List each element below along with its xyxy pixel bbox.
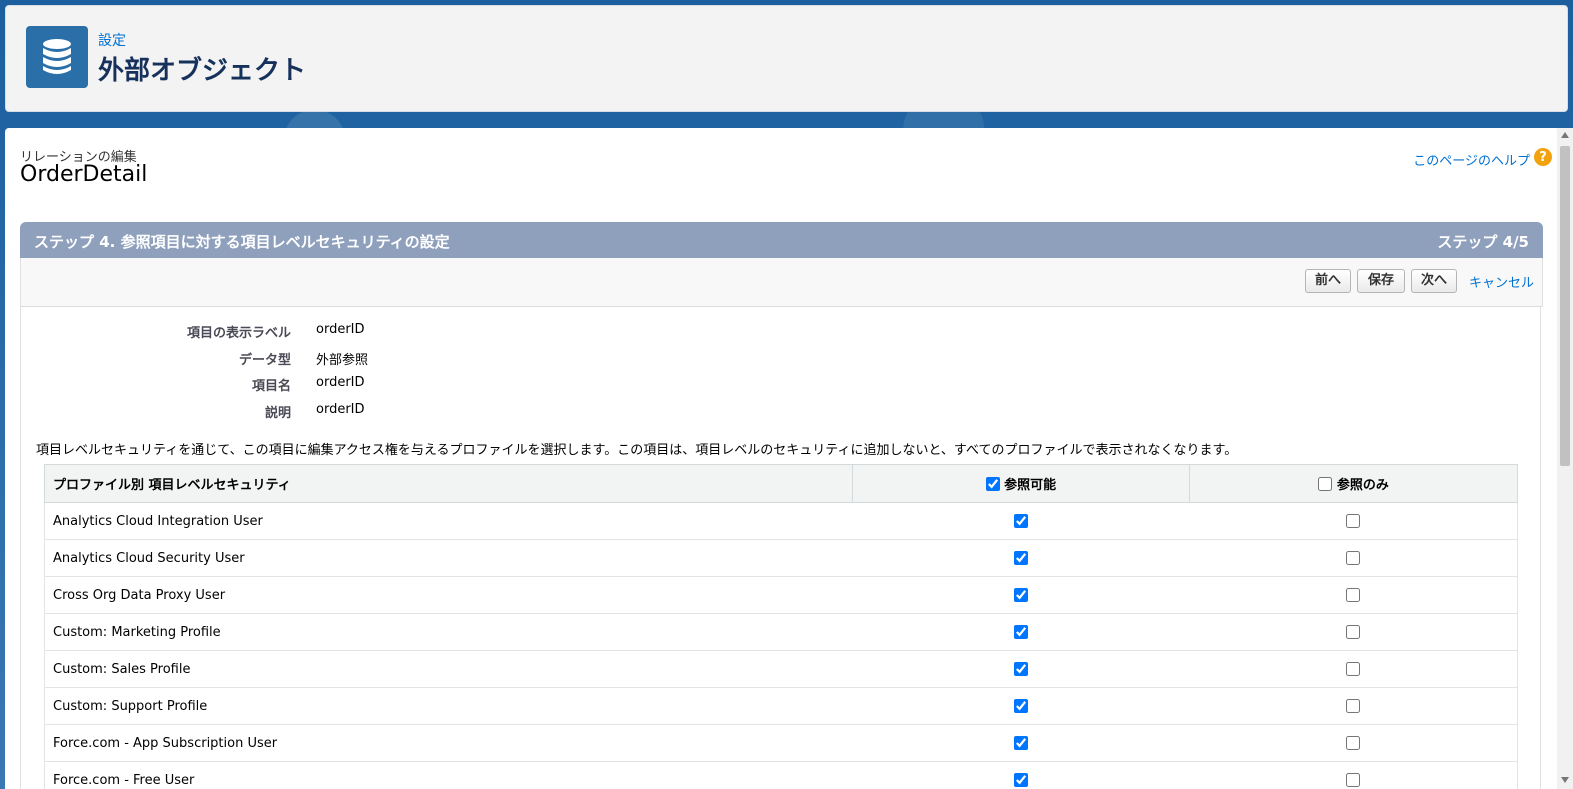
detail-label: 項目の表示ラベル [186, 326, 291, 341]
page-title: 外部オブジェクト [98, 56, 307, 86]
table-row: Force.com - App Subscription User [44, 724, 1518, 762]
instructions-text: 項目レベルセキュリティを通じて、この項目に編集アクセス権を与えるプロファイルを選… [36, 443, 1238, 458]
column-header-readonly-label: 参照のみ [1336, 478, 1389, 493]
readable-checkbox[interactable] [1013, 514, 1028, 528]
readonly-cell [1189, 502, 1518, 540]
scrollbar-thumb[interactable] [1560, 146, 1570, 466]
table-row: Analytics Cloud Security User [44, 539, 1518, 577]
readonly-checkbox[interactable] [1346, 699, 1361, 713]
readonly-cell [1189, 687, 1518, 725]
database-icon [26, 26, 88, 88]
readonly-checkbox[interactable] [1346, 736, 1361, 750]
button-row: 前へ 保存 次へ キャンセル [20, 258, 1543, 307]
help-link[interactable]: このページのヘルプ [1413, 150, 1530, 169]
profile-name: Custom: Support Profile [44, 687, 853, 725]
readable-cell [852, 613, 1190, 651]
readonly-cell [1189, 650, 1518, 688]
readable-cell [852, 650, 1190, 688]
select-all-readable-checkbox[interactable] [985, 476, 1000, 491]
step-count: ステップ 4/5 [1437, 233, 1529, 251]
readable-cell [852, 502, 1190, 540]
profile-name: Custom: Sales Profile [44, 650, 853, 688]
profile-name: Cross Org Data Proxy User [44, 576, 853, 614]
readable-checkbox[interactable] [1013, 699, 1028, 713]
readonly-checkbox[interactable] [1346, 625, 1361, 639]
table-row: Custom: Marketing Profile [44, 613, 1518, 651]
next-button[interactable]: 次へ [1411, 269, 1457, 293]
readonly-checkbox[interactable] [1346, 551, 1361, 565]
detail-label: データ型 [238, 353, 291, 368]
detail-row-description: 説明 orderID [21, 402, 621, 422]
step-header: ステップ 4. 参照項目に対する項目レベルセキュリティの設定 ステップ 4/5 [20, 222, 1543, 258]
readable-checkbox[interactable] [1013, 551, 1028, 565]
details-section: 項目の表示ラベル orderID データ型 外部参照 項目名 orderID 説… [20, 306, 1541, 789]
main-content: リレーションの編集 OrderDetail このページのヘルプ ? ステップ 4… [5, 128, 1560, 789]
readonly-cell [1189, 724, 1518, 762]
field-level-security-table: プロファイル別 項目レベルセキュリティ 参照可能 参照のみ Analytics … [44, 464, 1518, 789]
readable-checkbox[interactable] [1013, 588, 1028, 602]
readonly-checkbox[interactable] [1346, 773, 1361, 787]
table-row: Custom: Support Profile [44, 687, 1518, 725]
detail-row-datatype: データ型 外部参照 [21, 349, 621, 369]
profile-name: Analytics Cloud Integration User [44, 502, 853, 540]
help-icon[interactable]: ? [1534, 148, 1552, 166]
select-all-readonly-checkbox[interactable] [1318, 476, 1333, 491]
detail-value: 外部参照 [316, 353, 369, 368]
scroll-down-icon[interactable] [1561, 777, 1569, 783]
column-header-readonly: 参照のみ [1189, 464, 1518, 503]
profile-name: Force.com - App Subscription User [44, 724, 853, 762]
readonly-checkbox[interactable] [1346, 662, 1361, 676]
table-row: Analytics Cloud Integration User [44, 502, 1518, 540]
detail-row-name: 項目名 orderID [21, 375, 621, 395]
profile-name: Custom: Marketing Profile [44, 613, 853, 651]
readonly-cell [1189, 576, 1518, 614]
step-title: ステップ 4. 参照項目に対する項目レベルセキュリティの設定 [34, 233, 450, 251]
readable-checkbox[interactable] [1013, 773, 1028, 787]
detail-label: 項目名 [251, 379, 291, 394]
readonly-checkbox[interactable] [1346, 514, 1361, 528]
readonly-cell [1189, 539, 1518, 577]
detail-row-label: 項目の表示ラベル orderID [21, 322, 621, 342]
prev-button[interactable]: 前へ [1305, 269, 1351, 293]
cancel-link[interactable]: キャンセル [1469, 272, 1534, 291]
detail-value: orderID [316, 402, 365, 417]
readable-cell [852, 539, 1190, 577]
readonly-checkbox[interactable] [1346, 588, 1361, 602]
detail-value: orderID [316, 375, 365, 390]
table-row: Cross Org Data Proxy User [44, 576, 1518, 614]
readable-checkbox[interactable] [1013, 625, 1028, 639]
column-header-readable: 参照可能 [851, 464, 1190, 503]
table-row: Custom: Sales Profile [44, 650, 1518, 688]
record-name: OrderDetail [20, 162, 148, 187]
table-row: Force.com - Free User [44, 761, 1518, 789]
profile-name: Analytics Cloud Security User [44, 539, 853, 577]
breadcrumb-setup[interactable]: 設定 [98, 30, 126, 50]
readable-checkbox[interactable] [1013, 662, 1028, 676]
vertical-scrollbar[interactable] [1557, 128, 1573, 789]
column-header-readable-label: 参照可能 [1004, 478, 1057, 493]
readonly-cell [1189, 613, 1518, 651]
readable-cell [852, 576, 1190, 614]
readonly-cell [1189, 761, 1518, 789]
save-button[interactable]: 保存 [1357, 269, 1405, 293]
column-header-profile: プロファイル別 項目レベルセキュリティ [44, 464, 853, 503]
detail-label: 説明 [264, 406, 291, 421]
profile-name: Force.com - Free User [44, 761, 853, 789]
readable-cell [852, 687, 1190, 725]
detail-value: orderID [316, 322, 365, 337]
readable-cell [852, 724, 1190, 762]
readable-cell [852, 761, 1190, 789]
scroll-up-icon[interactable] [1561, 132, 1569, 138]
readable-checkbox[interactable] [1013, 736, 1028, 750]
page-header: 設定 外部オブジェクト [5, 5, 1568, 112]
